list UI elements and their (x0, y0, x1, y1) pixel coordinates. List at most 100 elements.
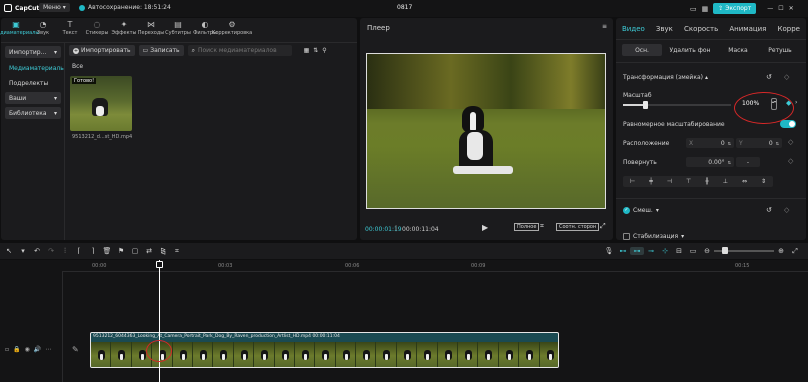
marker-icon[interactable]: ⚑ (114, 247, 128, 255)
align-center-v-icon[interactable]: ╫ (705, 178, 709, 185)
tab-video[interactable]: Видео (618, 25, 649, 33)
close-icon[interactable]: ✕ (789, 5, 794, 12)
stepper-icon[interactable]: ⇅ (728, 160, 731, 165)
position-y-value[interactable]: 0 (769, 140, 773, 147)
eye-icon[interactable]: ◉ (25, 346, 30, 353)
sidebar-item-yours[interactable]: Ваши ▾ (5, 92, 61, 104)
sidebar-item-library[interactable]: Библиотека ▾ (5, 107, 61, 119)
distribute-h-icon[interactable]: ⇔ (742, 178, 747, 185)
search-input[interactable] (197, 47, 288, 54)
monitor-icon[interactable]: ▭ (690, 5, 697, 13)
scale-slider[interactable] (623, 101, 731, 109)
chevron-up-icon[interactable]: ▴ (705, 74, 708, 81)
chevron-down-icon[interactable]: ▾ (656, 207, 659, 214)
split-line-icon[interactable]: ⊟ (672, 247, 686, 255)
fit-icon[interactable]: ⤢ (788, 247, 802, 256)
delete-icon[interactable]: 🗑 (100, 247, 114, 255)
export-button[interactable]: ⇪ Экспорт (713, 3, 757, 14)
align-top-icon[interactable]: ⊤ (686, 178, 691, 185)
sidebar-item-media[interactable]: Медиаматериаль (5, 62, 64, 74)
align-center-h-icon[interactable]: ╪ (649, 178, 653, 185)
sidebar-item-import[interactable]: Импортир... ▾ (5, 46, 61, 58)
edit-cover-icon[interactable]: ✎ (72, 345, 79, 354)
stepper-icon[interactable]: ⇅ (728, 141, 731, 146)
trim-left-icon[interactable]: ⌈ (72, 247, 86, 255)
align-right-icon[interactable]: ⊣ (667, 178, 672, 185)
media-clip-thumbnail[interactable]: Готово! (70, 76, 132, 131)
undo-icon[interactable]: ↶ (30, 247, 44, 255)
subtab-remove-bg[interactable]: Удалить фон (664, 44, 716, 56)
snap-icon[interactable]: ⊹ (658, 247, 672, 255)
sidebar-item-subprojects[interactable]: Подрелекты (5, 77, 61, 89)
focus-icon[interactable]: ⌗ (540, 222, 544, 231)
chevron-down-icon[interactable]: ▾ (681, 233, 684, 240)
video-preview[interactable] (366, 53, 606, 209)
lock-icon[interactable]: 🔒 (13, 346, 20, 353)
subtab-retouch[interactable]: Ретушь (760, 44, 800, 56)
menu-lines-icon[interactable]: ≡ (602, 23, 607, 30)
sort-icon[interactable]: ⇅ (313, 47, 318, 54)
keyframe-icon[interactable]: ◇ (784, 73, 789, 81)
import-button[interactable]: + Импортировать (69, 45, 135, 56)
more-icon[interactable]: ⋯ (45, 346, 51, 353)
reset-icon[interactable]: ↺ (766, 73, 772, 81)
align-left-icon[interactable]: ⊢ (630, 178, 635, 185)
rotate-extra-field[interactable]: - (736, 157, 760, 167)
menu-button[interactable]: Меню ▾ (39, 3, 70, 12)
freeze-icon[interactable]: ▢ (128, 247, 142, 255)
track-lock-icon[interactable]: ▫ (5, 346, 9, 353)
chevron-right-icon[interactable]: › (795, 99, 797, 106)
subtab-mask[interactable]: Маска (718, 44, 758, 56)
record-button[interactable]: ▭ Записать (138, 45, 184, 56)
split-icon[interactable]: ⫶ (58, 247, 72, 256)
search-field[interactable]: ⌕ (187, 45, 292, 56)
reverse-icon[interactable]: ⇄ (142, 247, 156, 255)
reset-icon[interactable]: ↺ (766, 206, 772, 214)
tab-text[interactable]: T Текст (57, 20, 83, 36)
tab-sticker[interactable]: ◌ Стикеры (84, 20, 110, 36)
filter-icon[interactable]: ⚲ (322, 47, 326, 54)
scale-slider-thumb[interactable] (642, 101, 648, 109)
full-quality-button[interactable]: Полное (514, 223, 540, 231)
distribute-v-icon[interactable]: ⇕ (761, 178, 766, 185)
mirror-icon[interactable]: ⧎ (156, 247, 170, 255)
zoom-out-icon[interactable]: ⊖ (700, 247, 714, 255)
stepper-icon[interactable]: ⇅ (776, 141, 779, 146)
fullscreen-icon[interactable]: ⤢ (600, 222, 606, 231)
subtab-basic[interactable]: Осн. (622, 44, 662, 56)
checkbox-icon[interactable] (623, 233, 630, 240)
minimize-icon[interactable]: — (767, 5, 773, 12)
link-icon[interactable]: ⊶ (630, 247, 644, 255)
keyframe-icon[interactable]: ◇ (784, 206, 789, 214)
filter-all-label[interactable]: Все (72, 63, 83, 70)
comment-icon[interactable]: ▭ (686, 247, 700, 255)
maximize-icon[interactable]: ☐ (778, 5, 783, 12)
select-cursor-icon[interactable]: ↖ (2, 247, 16, 255)
tab-correction[interactable]: Корре (774, 25, 804, 33)
zoom-slider-thumb[interactable] (722, 247, 728, 254)
layout-icon[interactable]: ▦ (702, 5, 709, 13)
tab-animation[interactable]: Анимация (725, 25, 770, 33)
crop-icon[interactable]: ⌗ (170, 247, 184, 256)
position-y-field[interactable]: Y 0 ⇅ (736, 138, 782, 148)
chevron-down-icon[interactable]: ▾ (16, 247, 30, 255)
tab-media[interactable]: ▣Медиаматериалы (0, 20, 39, 36)
trim-right-icon[interactable]: ⌉ (86, 247, 100, 255)
position-x-field[interactable]: X 0 ⇅ (686, 138, 734, 148)
tab-speed[interactable]: Скорость (680, 25, 722, 33)
position-x-value[interactable]: 0 (721, 140, 725, 147)
tab-audio[interactable]: Звук (652, 25, 677, 33)
tab-transitions[interactable]: ⋈ Переходы (138, 20, 165, 36)
zoom-slider[interactable] (714, 247, 774, 254)
speaker-icon[interactable]: 🔊 (34, 346, 41, 353)
tab-effects[interactable]: ✦ Эффекты (111, 20, 137, 36)
zoom-in-icon[interactable]: ⊕ (774, 247, 788, 255)
preview-axis-icon[interactable]: ⊸ (644, 247, 658, 255)
magnet-icon[interactable]: ⊷ (616, 247, 630, 255)
tab-audio[interactable]: ◔ Звук (30, 20, 56, 36)
play-icon[interactable]: ▶ (482, 223, 488, 232)
playhead[interactable] (159, 260, 160, 382)
redo-icon[interactable]: ↷ (44, 247, 58, 255)
microphone-icon[interactable]: 🎙 (602, 247, 616, 255)
keyframe-icon[interactable]: ◇ (788, 138, 793, 146)
